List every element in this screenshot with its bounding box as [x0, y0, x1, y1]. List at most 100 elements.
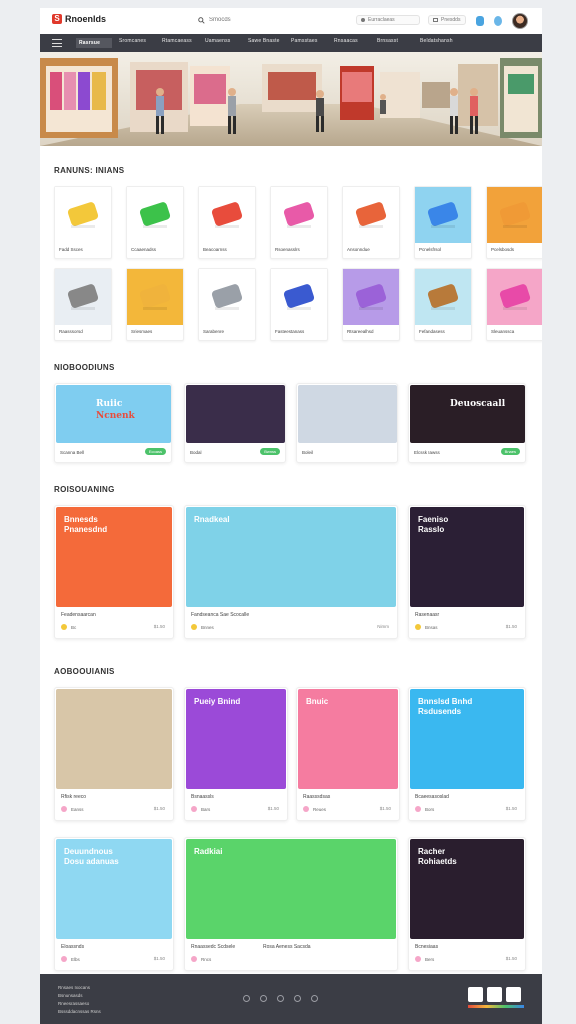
recommended-card[interactable]: Racher Rohiaetds Bcnesiaas Bers $1.50 — [408, 837, 526, 971]
recommended-label: Eloassnds — [61, 944, 85, 950]
footer-link-0[interactable]: Rnsaes Ixocans — [58, 985, 90, 990]
app-badge-icon-3[interactable] — [506, 987, 521, 1002]
featured-tag[interactable]: Ecoass — [144, 448, 166, 455]
nav-item-5[interactable]: Pamsstaes — [291, 38, 334, 48]
recommended-card[interactable]: Bnnslsd Bnhd Rsdusends Bcaeesasoslad Bors $1… — [408, 687, 526, 821]
recommended-price: $1.50 — [505, 956, 517, 961]
featured-card[interactable]: Ruiic Ncnenk Scanna Bell Ecoass — [54, 383, 172, 463]
recommended-image: Bnuic — [298, 689, 398, 789]
footer-link-2[interactable]: Rneesrassaeso — [58, 1001, 89, 1006]
category-label: Pcelsbosds — [491, 247, 515, 252]
logo-text: Rnoenlds — [65, 14, 107, 24]
category-card[interactable]: Sriesmaes — [126, 268, 184, 341]
category-image — [127, 269, 183, 325]
category-card[interactable]: Fasteestanass — [270, 268, 328, 341]
social-icon-4[interactable] — [294, 995, 301, 1002]
recommended-card[interactable]: Rfisk reeco Eanss $1.50 — [54, 687, 174, 821]
promotion-overlay-subtitle: Pnanesdnd — [64, 525, 108, 534]
category-card[interactable]: Ansonndue — [342, 186, 400, 259]
logo[interactable]: S Rnoenlds — [52, 14, 106, 24]
app-badge-icon-1[interactable] — [468, 987, 483, 1002]
globe-icon[interactable] — [494, 16, 502, 26]
nav-item-4[interactable]: Sawe Bnaste — [248, 38, 291, 48]
recommended-label: Bcaeesasoslad — [415, 794, 449, 800]
avatar[interactable] — [512, 13, 528, 29]
category-label: Sarabenre — [203, 329, 225, 334]
bell-icon[interactable] — [476, 16, 484, 26]
promotion-card[interactable]: Faeniso Rasslo Rasenaasr Bnsas $1.50 — [408, 505, 526, 639]
category-card[interactable]: Fefandasess — [414, 268, 472, 341]
hero-mall-image — [40, 52, 542, 146]
category-label: Fadd Ssces — [59, 247, 83, 252]
promotion-card[interactable]: Bnnesds Pnanesdnd Feadensaarcan Bc $1.50 — [54, 505, 174, 639]
hamburger-menu-icon[interactable] — [52, 39, 62, 47]
featured-tag[interactable]: Bwnss — [260, 448, 280, 455]
recommended-label: Raasssdsas — [303, 794, 331, 800]
main-nav: Rasrsue Sromcanes Rtamcaeass Uamaenss Sa… — [40, 34, 542, 52]
top-bar: S Rnoenlds Eurraclaeas Pnesdds — [40, 8, 542, 32]
featured-card[interactable]: Bodal Bwnss — [184, 383, 286, 463]
category-card[interactable]: Sarabenre — [198, 268, 256, 341]
nav-item-3[interactable]: Uamaenss — [205, 38, 248, 48]
category-card[interactable]: Rsoenasslrs — [270, 186, 328, 259]
nav-item-8[interactable]: Beldatshansh — [420, 38, 463, 48]
promotion-overlay-title: Faeniso — [418, 515, 449, 524]
featured-tag[interactable]: Bnaes — [500, 448, 520, 455]
app-badge-icon-2[interactable] — [487, 987, 502, 1002]
nav-item-7[interactable]: Brnsasst — [377, 38, 420, 48]
recommended-overlay-subtitle: Rsdusends — [418, 707, 462, 716]
recommended-meta-text: Bors — [425, 806, 435, 812]
promotion-overlay-title: Rnadkeal — [194, 515, 230, 524]
recommended-card[interactable]: Bnuic Raasssdsas Reues $1.50 — [296, 687, 400, 821]
recommended-card[interactable]: Deuundnous Dosu adanuas Eloassnds Elbs $1.50 — [54, 837, 174, 971]
recommended-price: $1.50 — [379, 806, 391, 811]
recommended-card[interactable]: Radkiai Rnaassedc Scdsele Rosa Aeness Sacs… — [184, 837, 398, 971]
footer-link-1[interactable]: Bsnunsasds — [58, 993, 83, 998]
featured-image: Ruiic Ncnenk — [56, 385, 171, 443]
featured-card[interactable]: Boleil — [296, 383, 398, 463]
social-icon-1[interactable] — [243, 995, 250, 1002]
promotion-meta-text: Bnsas — [425, 624, 438, 630]
nav-item-2[interactable]: Rtamcaeass — [162, 38, 205, 48]
recommended-meta: Eanss — [61, 806, 84, 812]
nav-item-0[interactable]: Rasrsue — [76, 38, 112, 48]
location-field[interactable]: Eurraclaeas — [356, 15, 420, 25]
logo-mark: S — [52, 14, 62, 24]
category-card[interactable]: Beacoarnss — [198, 186, 256, 259]
search-box[interactable] — [198, 15, 269, 25]
nav-item-1[interactable]: Sromcanes — [119, 38, 162, 48]
top-icons — [476, 13, 528, 29]
hero-banner[interactable] — [40, 52, 542, 146]
category-card[interactable]: Pcnelsfrsol — [414, 186, 472, 259]
featured-overlay-title: Ruiic — [96, 399, 123, 409]
category-card[interactable]: Rtsareealhsd — [342, 268, 400, 341]
promotion-card[interactable]: Rnadkeal Fandseanca Sae Scocalle Bnnes Nimm — [184, 505, 398, 639]
recommended-label: Rfisk reeco — [61, 794, 87, 800]
recommended-card[interactable]: Pueiy Bnind Bsnaassls Bars $1.50 — [184, 687, 288, 821]
rating-icon — [415, 624, 421, 630]
category-label: Sriesmaes — [131, 329, 153, 334]
social-icon-2[interactable] — [260, 995, 267, 1002]
recommended-image: Radkiai — [186, 839, 396, 939]
cart-field[interactable]: Pnesdds — [428, 15, 466, 25]
nav-item-6[interactable]: Rnsaacas — [334, 38, 377, 48]
featured-card[interactable]: Deuoscaall Elcssk Iawss Bnaes — [408, 383, 526, 463]
search-input[interactable] — [209, 15, 269, 25]
category-card[interactable]: Sleuanssca — [486, 268, 542, 341]
category-card[interactable]: Raasssorsd — [54, 268, 112, 341]
recommended-overlay-subtitle: Rohiaetds — [418, 857, 457, 866]
promotion-meta: Bnnes — [191, 624, 214, 630]
category-card[interactable]: Ccaaenadss — [126, 186, 184, 259]
promotion-label: Feadensaarcan — [61, 612, 96, 618]
social-icon-3[interactable] — [277, 995, 284, 1002]
social-icon-5[interactable] — [311, 995, 318, 1002]
recommended-meta-text: Elbs — [71, 956, 80, 962]
featured-image — [298, 385, 397, 443]
category-card[interactable]: Fadd Ssces — [54, 186, 112, 259]
cart-field-text: Pnesdds — [441, 17, 461, 23]
recommended-meta: Bars — [191, 806, 210, 812]
footer-link-3[interactable]: Bsssddacnssas Rsns — [58, 1009, 101, 1014]
featured-overlay-subtitle: Ncnenk — [96, 411, 135, 421]
category-image — [55, 187, 111, 243]
category-card[interactable]: Pcelsbosds — [486, 186, 542, 259]
